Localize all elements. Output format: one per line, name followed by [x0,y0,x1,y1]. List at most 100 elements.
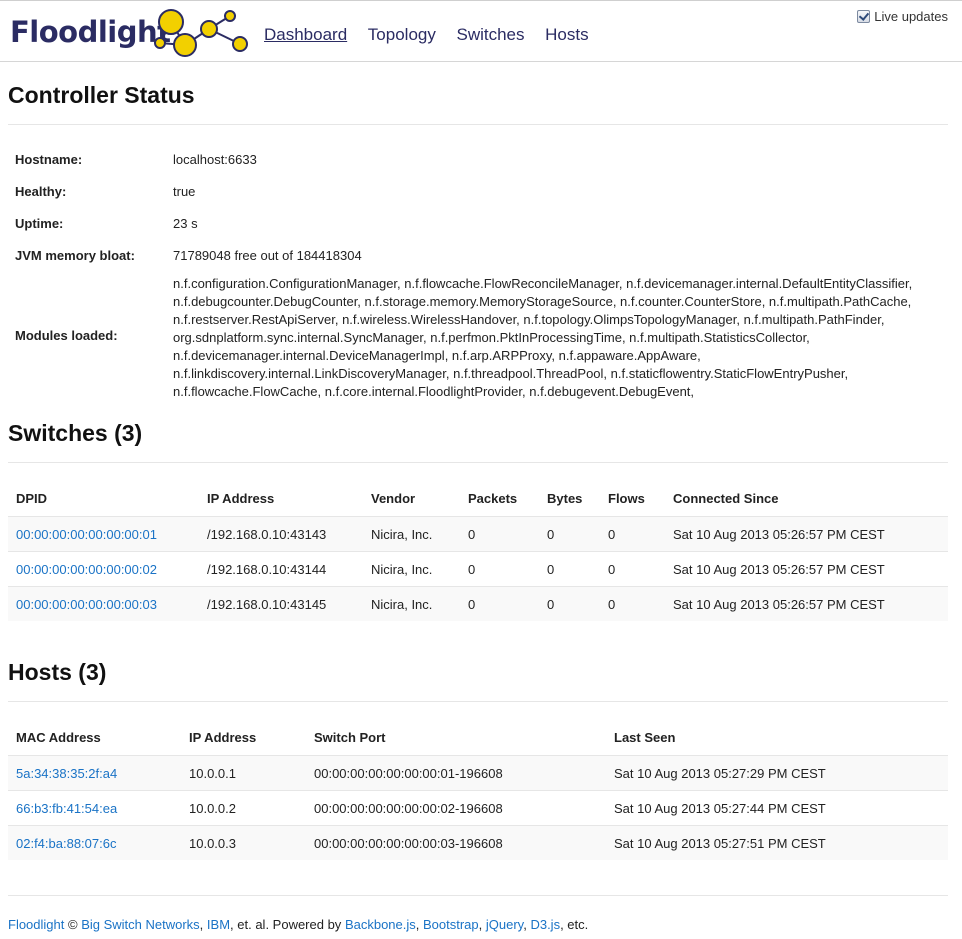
footer-divider [8,895,948,896]
switch-flows: 0 [600,586,665,621]
switch-ip: /192.168.0.10:43143 [199,516,363,552]
hostname-label: Hostname: [15,152,83,167]
hosts-title: Hosts (3) [8,659,107,685]
main-nav: Dashboard Topology Switches Hosts [264,25,606,45]
switch-ip: /192.168.0.10:43144 [199,551,363,587]
modules-line: n.f.restserver.RestApiServer, n.f.wirele… [173,312,885,327]
divider [8,462,948,463]
footer-text: , et. al. Powered by [230,917,345,932]
switch-flows: 0 [600,551,665,587]
modules-line: org.sdnplatform.sync.internal.SyncManage… [173,330,810,345]
divider [8,124,948,125]
host-ip: 10.0.0.3 [181,825,306,860]
switch-dpid-link[interactable]: 00:00:00:00:00:00:00:01 [16,527,157,542]
switch-packets: 0 [460,516,539,552]
modules-list: n.f.configuration.ConfigurationManager, … [173,275,933,401]
table-row: 02:f4:ba:88:07:6c 10.0.0.3 00:00:00:00:0… [8,825,948,860]
table-row: 5a:34:38:35:2f:a4 10.0.0.1 00:00:00:00:0… [8,755,948,791]
column-header[interactable]: Switch Port [306,720,606,756]
footer: Floodlight © Big Switch Networks, IBM, e… [8,917,588,932]
footer-bootstrap-link[interactable]: Bootstrap [423,917,479,932]
footer-text: , [415,917,423,932]
footer-text: , etc. [560,917,589,932]
footer-text: , [199,917,207,932]
host-ip: 10.0.0.2 [181,790,306,826]
host-switch-port: 00:00:00:00:00:00:00:01-196608 [306,755,606,791]
column-header[interactable]: MAC Address [8,720,181,756]
footer-text: © [64,917,82,932]
footer-jquery-link[interactable]: jQuery [486,917,523,932]
uptime-value: 23 s [173,216,198,231]
modules-label: Modules loaded: [15,328,118,343]
healthy-value: true [173,184,196,199]
column-header[interactable]: IP Address [199,481,363,517]
column-header[interactable]: Packets [460,481,539,517]
switch-ip: /192.168.0.10:43145 [199,586,363,621]
host-ip: 10.0.0.1 [181,755,306,791]
nav-hosts[interactable]: Hosts [545,25,588,45]
molecule-bubbles-icon [154,9,248,57]
switch-packets: 0 [460,551,539,587]
switch-dpid-link[interactable]: 00:00:00:00:00:00:00:02 [16,562,157,577]
host-mac-link[interactable]: 02:f4:ba:88:07:6c [16,836,116,851]
column-header[interactable]: Connected Since [665,481,948,517]
top-navbar: Floodlight Dashboard Topology Switches H… [0,0,962,62]
column-header[interactable]: Last Seen [606,720,948,756]
modules-line: n.f.debugcounter.DebugCounter, n.f.stora… [173,294,912,309]
jvm-memory-value: 71789048 free out of 184418304 [173,248,362,263]
switch-bytes: 0 [539,516,600,552]
switch-flows: 0 [600,516,665,552]
footer-backbone-link[interactable]: Backbone.js [345,917,416,932]
hostname-value: localhost:6633 [173,152,257,167]
host-last-seen: Sat 10 Aug 2013 05:27:29 PM CEST [606,755,948,791]
table-row: 00:00:00:00:00:00:00:03 /192.168.0.10:43… [8,586,948,621]
switches-table: DPID IP Address Vendor Packets Bytes Flo… [8,481,948,621]
switch-connected-since: Sat 10 Aug 2013 05:26:57 PM CEST [665,586,948,621]
switch-vendor: Nicira, Inc. [363,516,460,552]
table-row: 00:00:00:00:00:00:00:02 /192.168.0.10:43… [8,551,948,587]
nav-topology[interactable]: Topology [368,25,436,45]
host-switch-port: 00:00:00:00:00:00:00:02-196608 [306,790,606,826]
switch-bytes: 0 [539,551,600,587]
hosts-table: MAC Address IP Address Switch Port Last … [8,720,948,860]
modules-line: n.f.configuration.ConfigurationManager, … [173,276,913,291]
table-row: 00:00:00:00:00:00:00:01 /192.168.0.10:43… [8,516,948,552]
footer-bsn-link[interactable]: Big Switch Networks [81,917,199,932]
live-updates-checkbox[interactable] [857,10,871,23]
switch-vendor: Nicira, Inc. [363,551,460,587]
live-updates-label[interactable]: Live updates [874,9,948,24]
switch-connected-since: Sat 10 Aug 2013 05:26:57 PM CEST [665,551,948,587]
healthy-label: Healthy: [15,184,67,199]
column-header[interactable]: IP Address [181,720,306,756]
jvm-memory-label: JVM memory bloat: [15,248,135,263]
switch-connected-since: Sat 10 Aug 2013 05:26:57 PM CEST [665,516,948,552]
table-header-row: MAC Address IP Address Switch Port Last … [8,720,948,756]
host-last-seen: Sat 10 Aug 2013 05:27:44 PM CEST [606,790,948,826]
host-mac-link[interactable]: 66:b3:fb:41:54:ea [16,801,117,816]
column-header[interactable]: Flows [600,481,665,517]
live-updates-toggle[interactable]: Live updates [857,9,948,24]
modules-line: n.f.flowcache.FlowCache, n.f.core.intern… [173,384,695,399]
column-header[interactable]: Bytes [539,481,600,517]
switch-vendor: Nicira, Inc. [363,586,460,621]
switch-dpid-link[interactable]: 00:00:00:00:00:00:00:03 [16,597,157,612]
switch-bytes: 0 [539,586,600,621]
nav-switches[interactable]: Switches [456,25,524,45]
table-header-row: DPID IP Address Vendor Packets Bytes Flo… [8,481,948,517]
switch-packets: 0 [460,586,539,621]
footer-ibm-link[interactable]: IBM [207,917,230,932]
host-last-seen: Sat 10 Aug 2013 05:27:51 PM CEST [606,825,948,860]
divider [8,701,948,702]
column-header[interactable]: Vendor [363,481,460,517]
table-row: 66:b3:fb:41:54:ea 10.0.0.2 00:00:00:00:0… [8,790,948,826]
controller-status-title: Controller Status [8,82,195,108]
modules-line: n.f.devicemanager.internal.DeviceManager… [173,348,701,363]
footer-floodlight-link[interactable]: Floodlight [8,917,64,932]
uptime-label: Uptime: [15,216,64,231]
host-mac-link[interactable]: 5a:34:38:35:2f:a4 [16,766,117,781]
column-header[interactable]: DPID [8,481,199,517]
footer-d3-link[interactable]: D3.js [530,917,560,932]
nav-dashboard[interactable]: Dashboard [264,25,347,45]
footer-text: , [478,917,486,932]
switches-title: Switches (3) [8,420,143,446]
